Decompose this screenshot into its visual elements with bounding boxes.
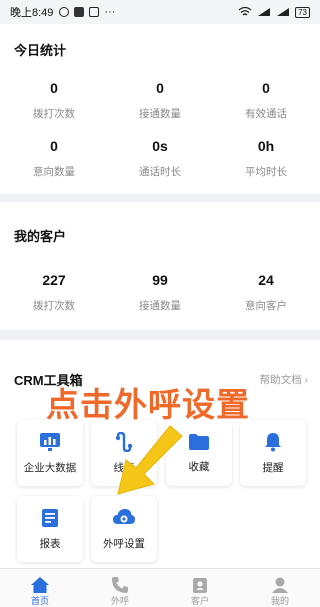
cloud-settings-icon: [113, 508, 135, 524]
stat-average-duration: 0h 平均时长: [245, 138, 287, 178]
alarm-icon: [59, 7, 70, 17]
status-more: ···: [104, 6, 116, 18]
stat-connected-count: 0 接通数量: [139, 80, 181, 120]
signal-icon: [258, 8, 271, 16]
chart-icon: [40, 432, 60, 451]
today-stats-card: 今日统计 0 拨打次数 0 接通数量 0 有效通话 0 意向数量 0s 通话时长…: [0, 24, 320, 194]
bug-icon: [89, 7, 100, 17]
folder-icon: [189, 433, 209, 450]
stat-call-duration: 0s 通话时长: [139, 138, 181, 178]
tool-report[interactable]: 报表: [17, 496, 83, 562]
tutorial-arrow: [117, 425, 183, 495]
bell-icon: [265, 432, 281, 451]
tool-enterprise-bigdata[interactable]: 企业大数据: [17, 420, 83, 486]
chevron-right-icon: ›: [304, 374, 309, 386]
customer-dial-count[interactable]: 227 拨打次数: [1, 272, 107, 313]
my-customers-title: 我的客户: [14, 229, 67, 244]
today-stats-title: 今日统计: [14, 43, 67, 58]
status-bar: 晚上8:49 ··· 73: [0, 0, 320, 24]
bottom-tab-bar: 首页 外呼 客户 我的: [0, 568, 320, 607]
help-doc-link[interactable]: 帮助文档 ›: [260, 372, 308, 387]
home-icon: [31, 577, 49, 593]
customer-connected-count[interactable]: 99 接通数量: [107, 272, 213, 313]
customer-intent-count[interactable]: 24 意向客户: [213, 272, 319, 313]
status-time: 晚上8:49: [10, 7, 54, 19]
stat-intent-count: 0 意向数量: [33, 138, 75, 178]
user-icon: [272, 577, 288, 593]
tab-customers[interactable]: 客户: [160, 569, 240, 607]
tool-reminder[interactable]: 提醒: [240, 420, 306, 486]
stat-effective-calls: 0 有效通话: [245, 80, 287, 120]
tab-home[interactable]: 首页: [0, 569, 80, 607]
tutorial-instruction-text: 点击外呼设置: [46, 385, 250, 424]
signal-icon-2: [277, 8, 290, 16]
report-icon: [42, 508, 58, 527]
contact-icon: [193, 578, 207, 593]
wifi-icon: [238, 7, 252, 16]
stat-dial-count: 0 拨打次数: [33, 80, 75, 120]
my-customers-card: 我的客户 227 拨打次数 99 接通数量 24 意向客户: [0, 202, 320, 330]
phone-icon: [112, 577, 128, 593]
tab-outbound[interactable]: 外呼: [80, 569, 160, 607]
message-icon: [74, 7, 85, 17]
tool-outbound-settings[interactable]: 外呼设置: [91, 496, 157, 562]
battery-indicator: 73: [295, 6, 310, 18]
tab-profile[interactable]: 我的: [240, 569, 320, 607]
